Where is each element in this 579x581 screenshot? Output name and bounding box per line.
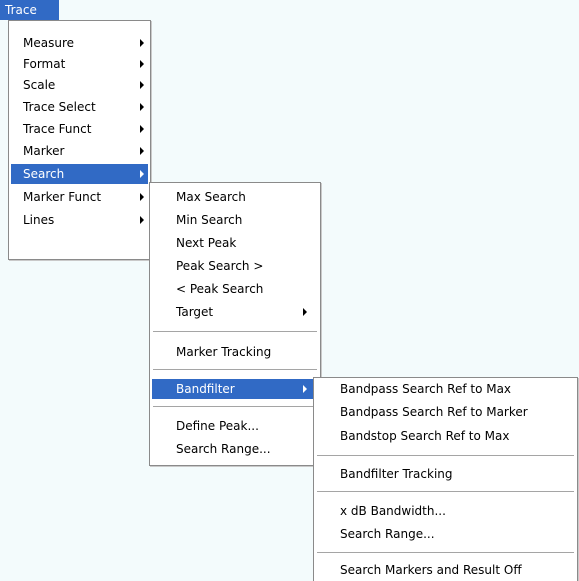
trace-menu-item-lines[interactable]: Lines: [11, 210, 148, 230]
trace-menu-item-marker[interactable]: Marker: [11, 141, 148, 161]
submenu-arrow-icon: [140, 147, 144, 155]
submenu-arrow-icon: [140, 216, 144, 224]
menu-item-label: Next Peak: [176, 236, 237, 250]
bandfilter-menu-item-bandpass-ref-marker[interactable]: Bandpass Search Ref to Marker: [316, 402, 575, 422]
search-menu-item-peak-search-left[interactable]: < Peak Search: [152, 279, 318, 299]
submenu-arrow-icon: [140, 103, 144, 111]
submenu-arrow-icon: [140, 81, 144, 89]
menu-item-label: Format: [23, 57, 66, 71]
menu-item-label: x dB Bandwidth...: [340, 504, 446, 518]
menu-item-label: Bandfilter Tracking: [340, 467, 453, 481]
trace-menu: Measure Format Scale Trace Select Trace …: [8, 20, 151, 260]
search-menu-item-bandfilter[interactable]: Bandfilter: [152, 379, 318, 399]
menu-item-label: Peak Search >: [176, 259, 264, 273]
menu-item-label: Trace Funct: [23, 122, 92, 136]
trace-menu-item-measure[interactable]: Measure: [11, 33, 148, 53]
search-menu-item-next-peak[interactable]: Next Peak: [152, 233, 318, 253]
trace-menu-item-format[interactable]: Format: [11, 54, 148, 74]
menu-item-label: Bandpass Search Ref to Max: [340, 382, 512, 396]
trace-menu-item-trace-funct[interactable]: Trace Funct: [11, 119, 148, 139]
menu-item-label: Measure: [23, 36, 74, 50]
menu-separator: [317, 455, 574, 456]
menu-item-label: Target: [176, 305, 214, 319]
menu-item-label: Bandpass Search Ref to Marker: [340, 405, 528, 419]
bandfilter-menu-item-bandstop-ref-max[interactable]: Bandstop Search Ref to Max: [316, 426, 575, 446]
menu-item-label: Search Markers and Result Off: [340, 563, 522, 577]
bandfilter-menu-item-bandpass-ref-max[interactable]: Bandpass Search Ref to Max: [316, 379, 575, 399]
menu-item-label: Min Search: [176, 213, 243, 227]
submenu-arrow-icon: [140, 60, 144, 68]
menu-item-label: Marker Tracking: [176, 345, 272, 359]
menu-item-label: Trace Select: [23, 100, 96, 114]
menu-item-label: Define Peak...: [176, 419, 259, 433]
bandfilter-menu-item-search-markers-off[interactable]: Search Markers and Result Off: [316, 560, 575, 580]
submenu-arrow-icon: [140, 39, 144, 47]
menu-item-label: < Peak Search: [176, 282, 264, 296]
menu-item-label: Bandstop Search Ref to Max: [340, 429, 510, 443]
search-menu-item-target[interactable]: Target: [152, 302, 318, 322]
menu-separator: [153, 369, 317, 370]
submenu-arrow-icon: [140, 170, 144, 178]
menu-separator: [153, 331, 317, 332]
menu-item-label: Search: [23, 167, 65, 181]
search-menu-item-marker-tracking[interactable]: Marker Tracking: [152, 342, 318, 362]
search-menu-item-peak-search-right[interactable]: Peak Search >: [152, 256, 318, 276]
menu-separator: [153, 406, 317, 407]
menu-item-label: Marker: [23, 144, 65, 158]
submenu-arrow-icon: [140, 125, 144, 133]
search-menu-item-define-peak[interactable]: Define Peak...: [152, 416, 318, 436]
trace-menu-item-marker-funct[interactable]: Marker Funct: [11, 187, 148, 207]
bandfilter-menu-item-search-range[interactable]: Search Range...: [316, 524, 575, 544]
submenu-arrow-icon: [303, 385, 307, 393]
bandfilter-submenu: Bandpass Search Ref to Max Bandpass Sear…: [313, 377, 578, 581]
menu-item-label: Search Range...: [340, 527, 435, 541]
menu-item-label: Marker Funct: [23, 190, 102, 204]
search-menu-item-max-search[interactable]: Max Search: [152, 187, 318, 207]
search-menu-item-search-range[interactable]: Search Range...: [152, 439, 318, 459]
submenu-arrow-icon: [140, 193, 144, 201]
menu-item-label: Lines: [23, 213, 55, 227]
menu-separator: [317, 552, 574, 553]
bandfilter-menu-item-tracking[interactable]: Bandfilter Tracking: [316, 464, 575, 484]
bandfilter-menu-item-x-db-bandwidth[interactable]: x dB Bandwidth...: [316, 501, 575, 521]
menu-item-label: Search Range...: [176, 442, 271, 456]
menu-item-label: Bandfilter: [176, 382, 235, 396]
search-submenu: Max Search Min Search Next Peak Peak Sea…: [149, 182, 321, 466]
trace-menu-item-trace-select[interactable]: Trace Select: [11, 97, 148, 117]
menu-item-label: Scale: [23, 78, 56, 92]
trace-menu-item-scale[interactable]: Scale: [11, 75, 148, 95]
menu-item-label: Max Search: [176, 190, 246, 204]
search-menu-item-min-search[interactable]: Min Search: [152, 210, 318, 230]
menu-separator: [317, 491, 574, 492]
trace-menu-item-search[interactable]: Search: [11, 164, 148, 184]
menubar-trace[interactable]: Trace: [0, 0, 59, 20]
submenu-arrow-icon: [303, 308, 307, 316]
